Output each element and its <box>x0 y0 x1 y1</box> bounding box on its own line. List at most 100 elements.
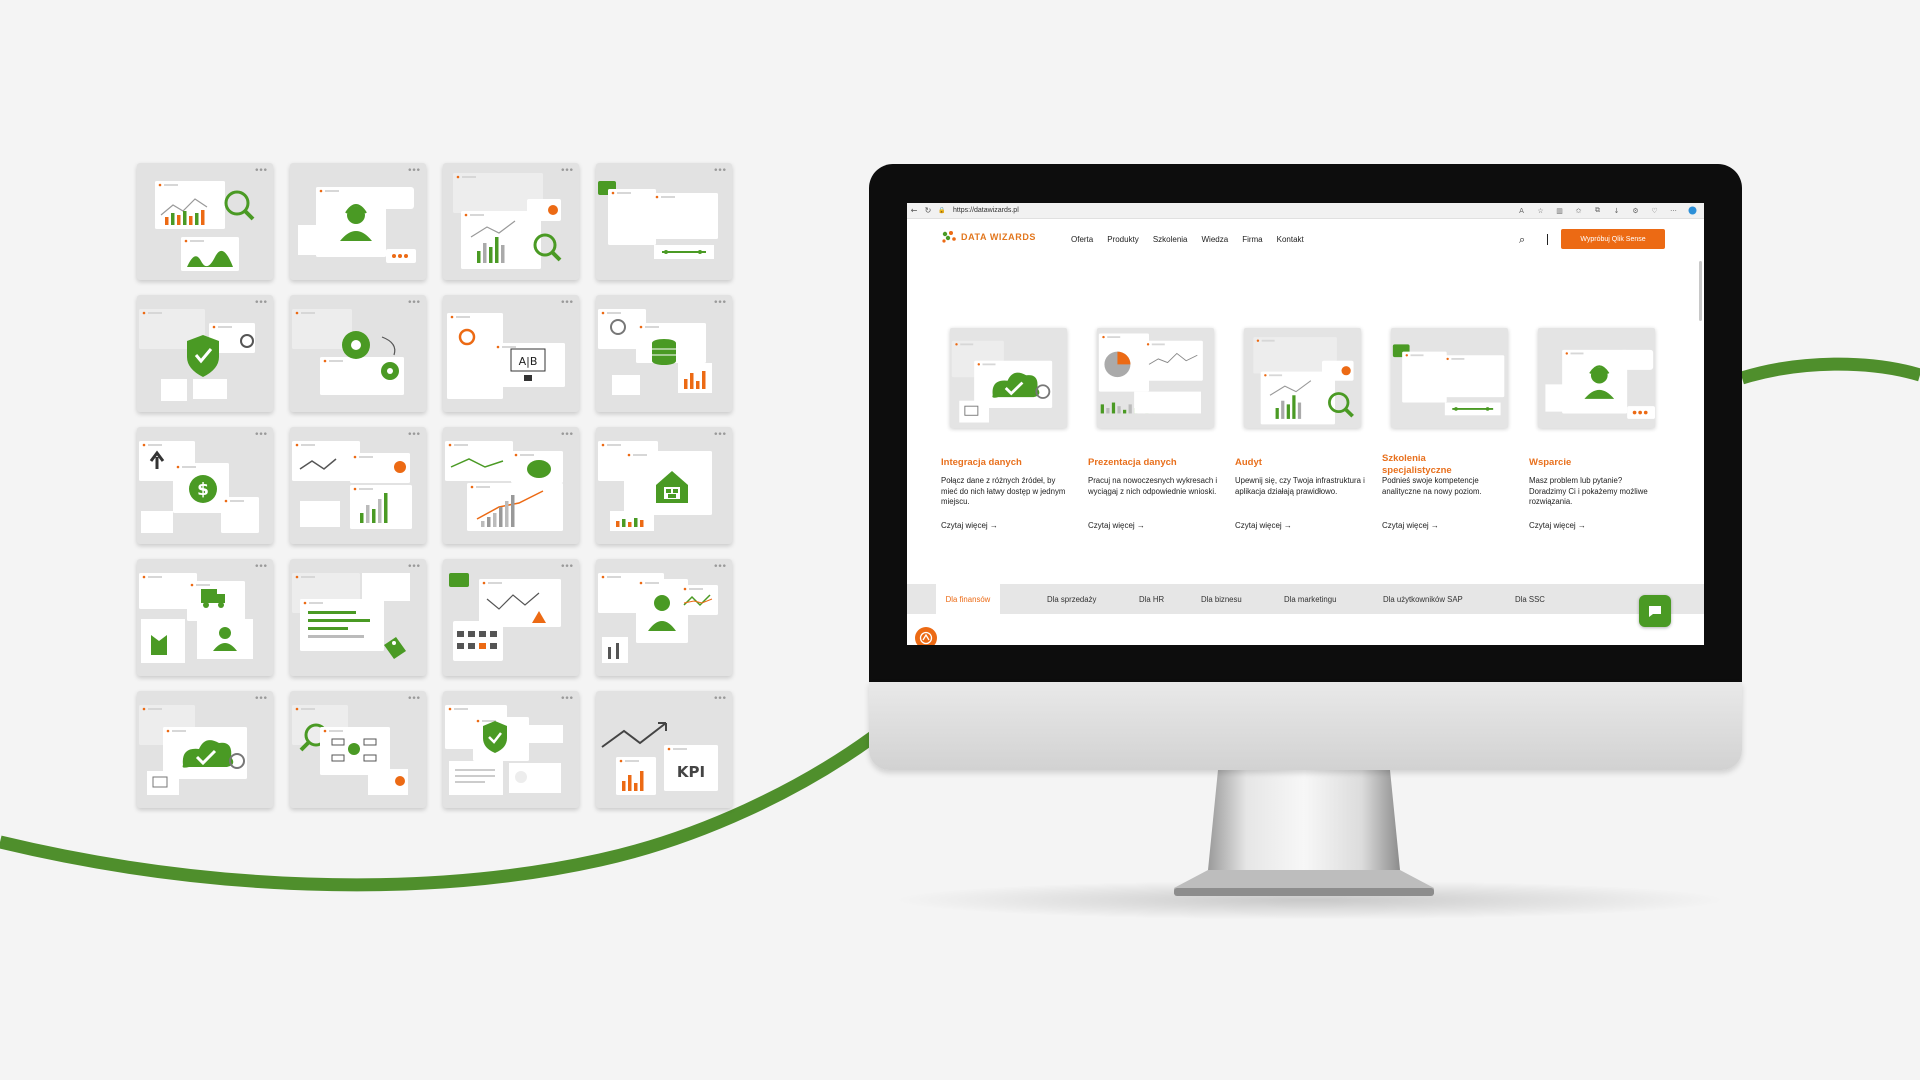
nav-item-produkty[interactable]: Produkty <box>1107 235 1139 244</box>
card-description: Masz problem lub pytanie? Doradzimy Ci i… <box>1529 476 1648 506</box>
illustration-tile: ••• <box>596 427 732 544</box>
user-chart-icon <box>598 573 718 663</box>
lock-icon: 🔒 <box>938 207 946 214</box>
try-qlik-button[interactable]: Wypróbuj Qlik Sense <box>1561 229 1665 249</box>
split-screen-icon[interactable]: ▥ <box>1550 203 1569 218</box>
download-icon[interactable]: ↓ <box>1607 203 1626 218</box>
tile-menu-dots: ••• <box>560 694 574 704</box>
tile-menu-dots: ••• <box>254 166 268 176</box>
gears-icon <box>292 309 404 395</box>
accessibility-icon <box>919 631 933 645</box>
favorite-star-icon[interactable]: ☆ <box>1531 203 1550 218</box>
back-arrow-icon[interactable]: ← <box>907 203 921 218</box>
tab-3[interactable]: Dla HR <box>1139 584 1164 614</box>
favorites-icon[interactable]: ✩ <box>1569 203 1588 218</box>
tab-1[interactable]: Dla finansów <box>936 584 1000 614</box>
kpi-chart-icon: KPI <box>601 722 718 795</box>
piggy-bank-chart-icon <box>445 441 563 531</box>
read-more-link[interactable]: Czytaj więcej → <box>941 521 998 530</box>
illustration-tile: ••• <box>137 295 273 412</box>
illustration-tile: ••• <box>443 163 579 280</box>
monitor-chin <box>869 682 1742 770</box>
read-more-link[interactable]: Czytaj więcej → <box>1382 521 1439 530</box>
nav-item-szkolenia[interactable]: Szkolenia <box>1153 235 1188 244</box>
address-bar[interactable]: https://datawizards.pl <box>953 205 1019 216</box>
tile-menu-dots: ••• <box>254 298 268 308</box>
card-title[interactable]: Wsparcie <box>1529 457 1649 469</box>
database-icon <box>598 309 712 395</box>
illustration-tile: KPI ••• <box>596 691 732 808</box>
cloud-check-icon <box>139 705 247 795</box>
card-title[interactable]: Szkolenia specjalistyczne <box>1382 453 1482 477</box>
support-agent-icon <box>1545 349 1655 419</box>
nav-item-firma[interactable]: Firma <box>1242 235 1262 244</box>
card-title[interactable]: Prezentacja danych <box>1088 457 1208 469</box>
card-description: Upewnij się, czy Twoja infrastruktura i … <box>1235 476 1365 496</box>
support-agent-icon <box>298 187 416 263</box>
service-card[interactable]: Szkolenia specjalistyczne Podnieś swoje … <box>1382 328 1511 530</box>
chart-magnifier-icon <box>155 181 255 271</box>
reload-icon[interactable]: ↻ <box>921 203 935 218</box>
illustration-tile: ••• <box>290 427 426 544</box>
tab-6[interactable]: Dla użytkowników SAP <box>1383 584 1463 614</box>
header-divider <box>1547 234 1548 245</box>
page-scrollbar[interactable] <box>1699 261 1702 321</box>
extensions-icon[interactable]: ⚙ <box>1626 203 1645 218</box>
card-title[interactable]: Integracja danych <box>941 457 1061 469</box>
illustration-tile: ••• <box>596 163 732 280</box>
card-illustration <box>1538 328 1655 428</box>
read-more-link[interactable]: Czytaj więcej → <box>1088 521 1145 530</box>
illustration-tile: ••• <box>290 163 426 280</box>
search-icon[interactable]: ⌕ <box>1519 233 1525 247</box>
composition: ••• ••• ••• ••• ••• ••• A|B ••• ••• $ ••• ••• ••• •••… <box>0 0 1920 1080</box>
tile-menu-dots: ••• <box>713 430 727 440</box>
tile-menu-dots: ••• <box>713 562 727 572</box>
tile-menu-dots: ••• <box>407 562 421 572</box>
nav-item-wiedza[interactable]: Wiedza <box>1202 235 1229 244</box>
browser-essentials-icon[interactable]: ♡ <box>1645 203 1664 218</box>
read-aloud-icon[interactable]: A <box>1512 203 1531 218</box>
service-card[interactable]: Wsparcie Masz problem lub pytanie? Dorad… <box>1529 328 1658 530</box>
illustration-tile: ••• <box>137 163 273 280</box>
tab-5[interactable]: Dla marketingu <box>1284 584 1336 614</box>
tab-7[interactable]: Dla SSC <box>1515 584 1545 614</box>
tab-2[interactable]: Dla sprzedaży <box>1047 584 1096 614</box>
monitor-stand <box>1174 770 1434 896</box>
illustration-tile: ••• <box>443 427 579 544</box>
tile-menu-dots: ••• <box>713 298 727 308</box>
nav-item-oferta[interactable]: Oferta <box>1071 235 1093 244</box>
illustration-tile: ••• <box>596 559 732 676</box>
nav-item-kontakt[interactable]: Kontakt <box>1277 235 1304 244</box>
card-illustration <box>1244 328 1361 428</box>
more-menu-icon[interactable]: ··· <box>1664 203 1683 218</box>
read-more-link[interactable]: Czytaj więcej → <box>1235 521 1292 530</box>
service-card[interactable]: Integracja danych Połącz dane z różnych … <box>941 328 1070 530</box>
kpi-label: KPI <box>677 763 705 781</box>
bar-chart-magnifier-icon <box>1253 337 1354 425</box>
site-logo[interactable]: DATA WIZARDS <box>941 230 1036 244</box>
browser-screen: ← ↻ 🔒 https://datawizards.pl A ☆ ▥ ✩ ⧉ ↓… <box>907 203 1704 645</box>
service-card[interactable]: Prezentacja danych Pracuj na nowoczesnyc… <box>1088 328 1217 530</box>
tab-4[interactable]: Dla biznesu <box>1201 584 1242 614</box>
shield-check-icon <box>139 309 255 401</box>
browser-actions: A ☆ ▥ ✩ ⧉ ↓ ⚙ ♡ ··· <box>1512 203 1702 218</box>
shield-document-icon <box>445 705 563 795</box>
bar-chart-magnifier-icon <box>453 173 562 269</box>
dollar-transfer-icon: $ <box>139 441 259 533</box>
illustration-tile: ••• <box>290 295 426 412</box>
tile-menu-dots: ••• <box>254 562 268 572</box>
illustration-tile-grid: ••• ••• ••• ••• ••• ••• A|B ••• ••• $ ••• ••• ••• •••… <box>137 163 735 811</box>
collections-icon[interactable]: ⧉ <box>1588 203 1607 218</box>
tile-menu-dots: ••• <box>713 694 727 704</box>
copilot-icon[interactable] <box>1683 203 1702 218</box>
card-title[interactable]: Audyt <box>1235 457 1355 469</box>
illustration-tile: ••• <box>443 691 579 808</box>
read-more-link[interactable]: Czytaj więcej → <box>1529 521 1586 530</box>
line-bar-chart-icon <box>292 441 412 529</box>
service-card[interactable]: Audyt Upewnij się, czy Twoja infrastrukt… <box>1235 328 1365 530</box>
accessibility-badge[interactable] <box>915 627 937 645</box>
card-description: Podnieś swoje kompetencje analityczne na… <box>1382 476 1482 496</box>
chat-button[interactable] <box>1639 595 1671 627</box>
tile-menu-dots: ••• <box>254 694 268 704</box>
ab-test-icon: A|B <box>447 313 565 399</box>
